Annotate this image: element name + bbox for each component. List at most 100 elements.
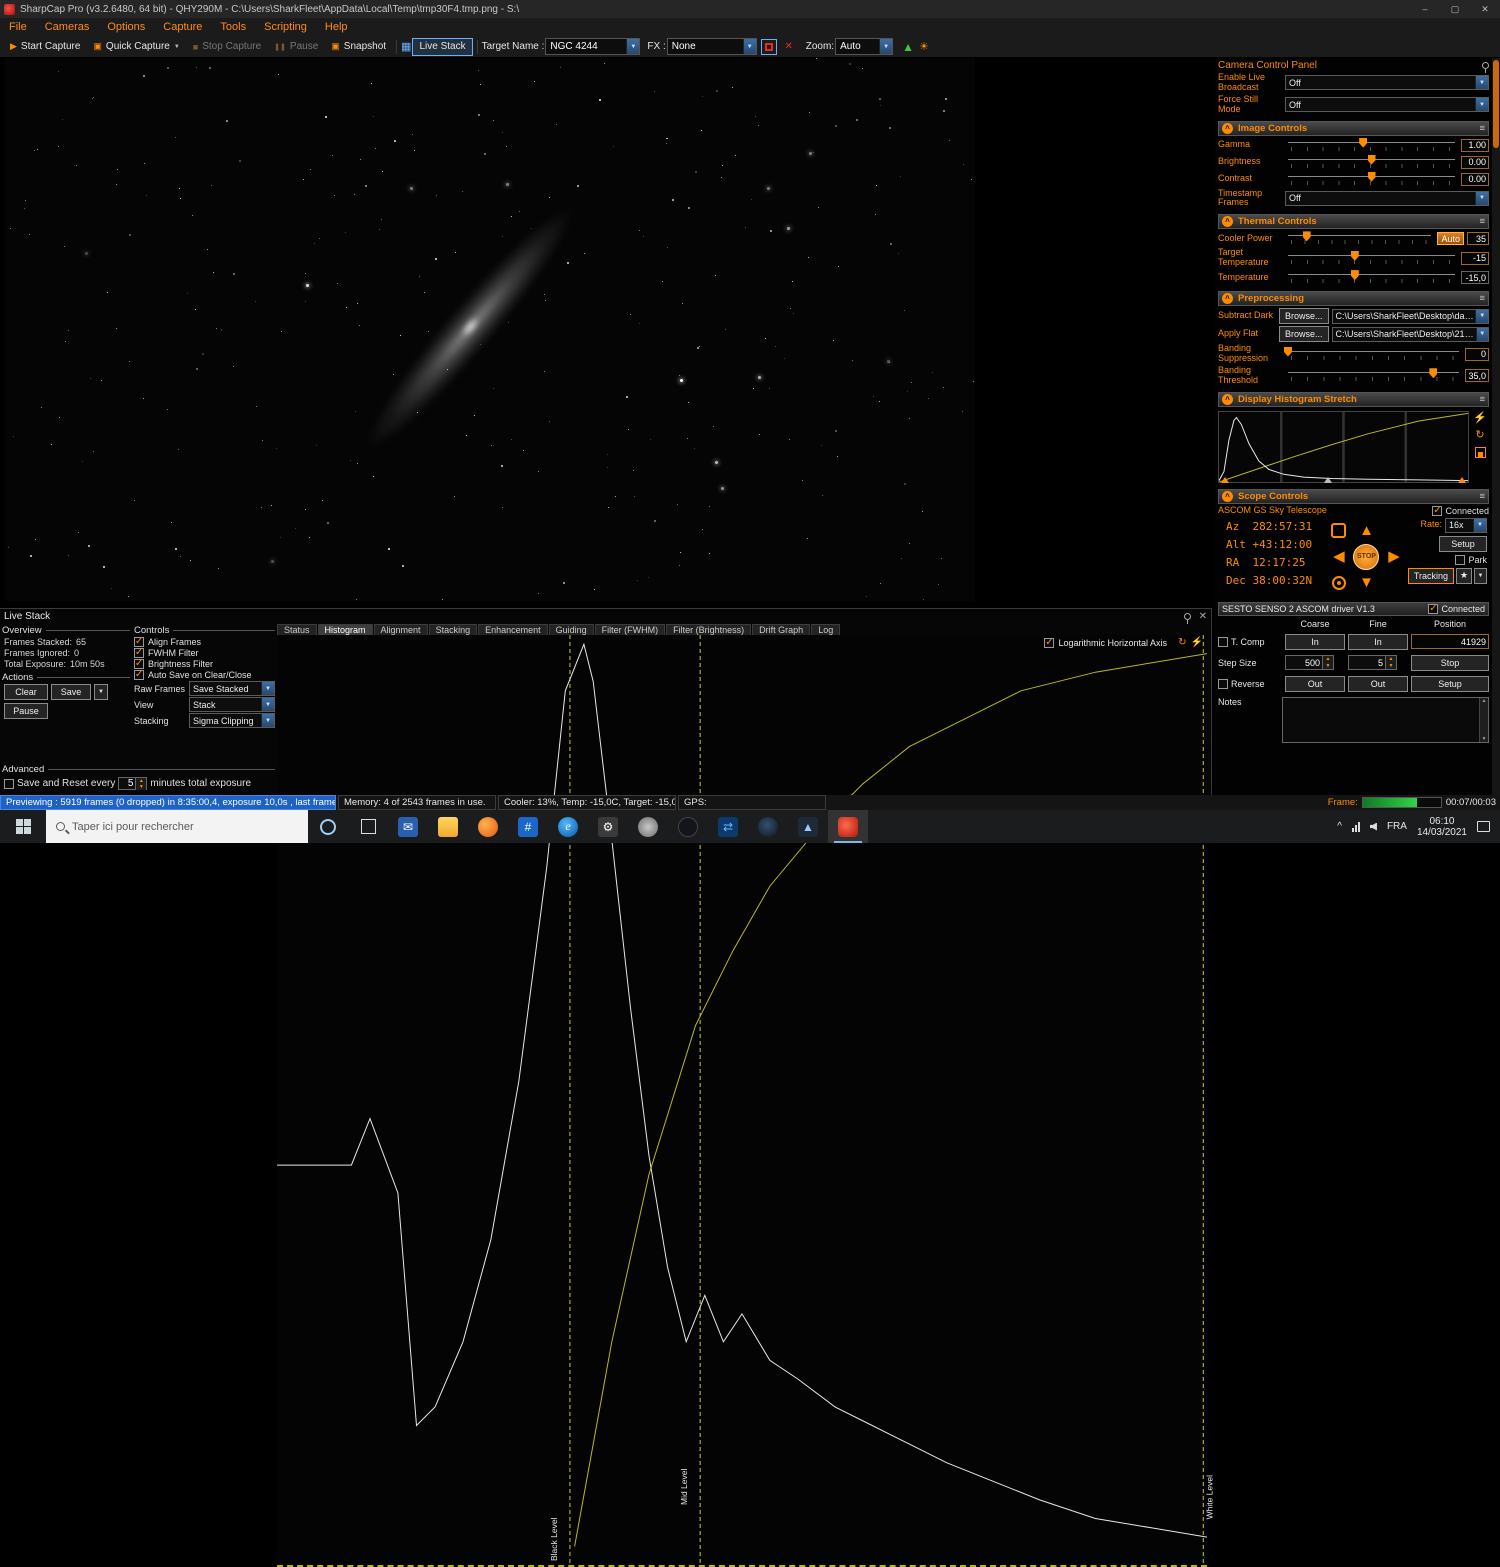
clear-button[interactable]: Clear [4, 684, 48, 700]
firefox-icon[interactable] [468, 810, 508, 843]
start-capture-button[interactable]: ▶ Start Capture [4, 38, 86, 56]
section-menu-icon[interactable]: ≡ [1479, 216, 1485, 227]
banding-threshold-value[interactable]: 35,0 [1465, 369, 1489, 382]
dropdown-icon[interactable]: ▼ [1475, 192, 1488, 205]
transfer-app-icon[interactable]: ⇄ [708, 810, 748, 843]
stacking-select[interactable]: Sigma Clipping▼ [189, 713, 275, 728]
auto-stretch-icon[interactable]: ⚡ [1473, 413, 1487, 424]
menu-help[interactable]: Help [316, 18, 357, 36]
dropdown-icon[interactable]: ▼ [1476, 328, 1488, 341]
apply-flat-path-select[interactable]: C:\Users\SharkFleet\Desktop\21_2... ▼ [1332, 327, 1489, 342]
tab-filter-brightness[interactable]: Filter (Brightness) [666, 624, 751, 635]
tab-filter-fwhm[interactable]: Filter (FWHM) [595, 624, 665, 635]
apply-flat-browse-button[interactable]: Browse... [1279, 326, 1329, 342]
home-icon[interactable] [1331, 523, 1346, 538]
reverse-checkbox[interactable] [1218, 679, 1228, 689]
temperature-slider[interactable] [1288, 270, 1455, 285]
start-button[interactable] [0, 810, 46, 843]
auto-stretch-icon[interactable]: ▲ [902, 40, 914, 54]
section-menu-icon[interactable]: ≡ [1479, 123, 1485, 134]
banding-threshold-slider[interactable] [1288, 368, 1459, 383]
brightness-value[interactable]: 0.00 [1461, 156, 1489, 169]
log-axis-option[interactable]: ✓ Logarithmic Horizontal Axis [1044, 638, 1167, 648]
fx-preview-icon[interactable] [761, 39, 777, 55]
contrast-value[interactable]: 0.00 [1461, 173, 1489, 186]
enable-broadcast-select[interactable]: Off ▼ [1285, 75, 1489, 90]
tray-chevron-icon[interactable]: ^ [1337, 821, 1342, 832]
rate-select[interactable]: 16x ▼ [1445, 518, 1487, 533]
target-icon[interactable] [1332, 576, 1346, 590]
tab-histogram[interactable]: Histogram [318, 624, 373, 635]
dropdown-icon[interactable]: ▼ [261, 714, 274, 727]
image-canvas[interactable] [5, 58, 975, 601]
pin-icon[interactable] [1184, 613, 1191, 620]
zoom-dropdown-icon[interactable]: ▼ [879, 39, 892, 54]
preprocessing-header[interactable]: ^ Preprocessing ≡ [1218, 291, 1489, 306]
section-menu-icon[interactable]: ≡ [1479, 491, 1485, 502]
clock[interactable]: 06:10 14/03/2021 [1417, 816, 1467, 838]
focuser-connected-checkbox[interactable]: ✓ [1428, 604, 1438, 614]
quick-capture-button[interactable]: ▣ Quick Capture ▼ [87, 38, 185, 56]
fine-out-button[interactable]: Out [1348, 676, 1408, 692]
target-temperature-value[interactable]: -15 [1461, 252, 1489, 265]
auto-save-checkbox[interactable]: ✓ [134, 670, 144, 680]
save-reset-spinner[interactable]: 5 ▲▼ [118, 777, 147, 790]
timestamp-frames-select[interactable]: Off ▼ [1285, 191, 1489, 206]
blue-app-icon[interactable]: # [508, 810, 548, 843]
force-still-select[interactable]: Off ▼ [1285, 97, 1489, 112]
section-menu-icon[interactable]: ≡ [1479, 293, 1485, 304]
slew-up-button[interactable]: ▲ [1359, 523, 1374, 538]
align-frames-option[interactable]: ✓Align Frames [134, 637, 275, 647]
brightness-slider[interactable] [1288, 155, 1455, 170]
notification-icon[interactable] [1477, 821, 1490, 832]
tab-status[interactable]: Status [277, 624, 317, 635]
collapse-icon[interactable]: ^ [1222, 293, 1233, 304]
histogram-stretch-header[interactable]: ^ Display Histogram Stretch ≡ [1218, 392, 1489, 407]
raw-frames-select[interactable]: Save Stacked▼ [189, 681, 275, 696]
cooler-auto-button[interactable]: Auto [1437, 232, 1464, 245]
collapse-icon[interactable]: ^ [1222, 216, 1233, 227]
dropdown-icon[interactable]: ▼ [1475, 76, 1488, 89]
collapse-icon[interactable]: ^ [1222, 394, 1233, 405]
file-explorer-icon[interactable] [428, 810, 468, 843]
subtract-dark-path-select[interactable]: C:\Users\SharkFleet\Desktop\dark... ▼ [1332, 309, 1489, 324]
photos-app-icon[interactable]: ▲ [788, 810, 828, 843]
scrollbar-thumb[interactable] [1493, 60, 1499, 148]
minimize-button[interactable]: – [1410, 0, 1440, 18]
fine-in-button[interactable]: In [1348, 634, 1408, 650]
pause-button[interactable]: ❚❚ Pause [268, 38, 324, 56]
fine-step-spinner[interactable]: 5 ▲▼ [1348, 655, 1408, 670]
dark-app-icon[interactable] [668, 810, 708, 843]
reset-stretch-icon[interactable]: ↻ [1475, 430, 1484, 441]
focuser-setup-button[interactable]: Setup [1411, 676, 1489, 692]
language-indicator[interactable]: FRA [1387, 821, 1407, 832]
display-settings-icon[interactable]: ☀ [919, 40, 929, 53]
banding-suppression-slider[interactable] [1288, 347, 1459, 362]
close-button[interactable]: ✕ [1470, 0, 1500, 18]
white-point-handle[interactable] [1458, 477, 1466, 483]
tab-log[interactable]: Log [811, 624, 840, 635]
slew-down-button[interactable]: ▼ [1359, 575, 1374, 590]
auto-save-option[interactable]: ✓Auto Save on Clear/Close [134, 670, 275, 680]
scope-connected-checkbox[interactable]: ✓ [1432, 506, 1442, 516]
mid-point-handle[interactable] [1324, 477, 1332, 483]
network-icon[interactable] [1352, 822, 1360, 832]
planetarium-app-icon[interactable] [748, 810, 788, 843]
target-temperature-slider[interactable] [1288, 251, 1455, 266]
slew-left-button[interactable]: ◀ [1333, 549, 1345, 564]
live-stack-histogram[interactable]: ✓ Logarithmic Horizontal Axis ↻ ⚡ Black … [277, 635, 1207, 1567]
sharpcap-taskbar-icon[interactable] [828, 810, 868, 843]
target-name-field[interactable]: NGC 4244 ▼ [545, 38, 640, 55]
search-box[interactable]: Taper ici pour rechercher [46, 810, 308, 843]
coarse-in-button[interactable]: In [1285, 634, 1345, 650]
volume-icon[interactable] [1370, 823, 1377, 831]
gamma-slider[interactable] [1288, 138, 1455, 153]
menu-cameras[interactable]: Cameras [36, 18, 99, 36]
stop-capture-button[interactable]: ■ Stop Capture [187, 38, 267, 56]
snapshot-button[interactable]: ▣ Snapshot [325, 38, 392, 56]
tab-stacking[interactable]: Stacking [429, 624, 478, 635]
target-name-dropdown-icon[interactable]: ▼ [626, 39, 639, 54]
star-button[interactable]: ★ [1456, 568, 1472, 584]
menu-capture[interactable]: Capture [154, 18, 211, 36]
cortana-button[interactable] [308, 810, 348, 843]
